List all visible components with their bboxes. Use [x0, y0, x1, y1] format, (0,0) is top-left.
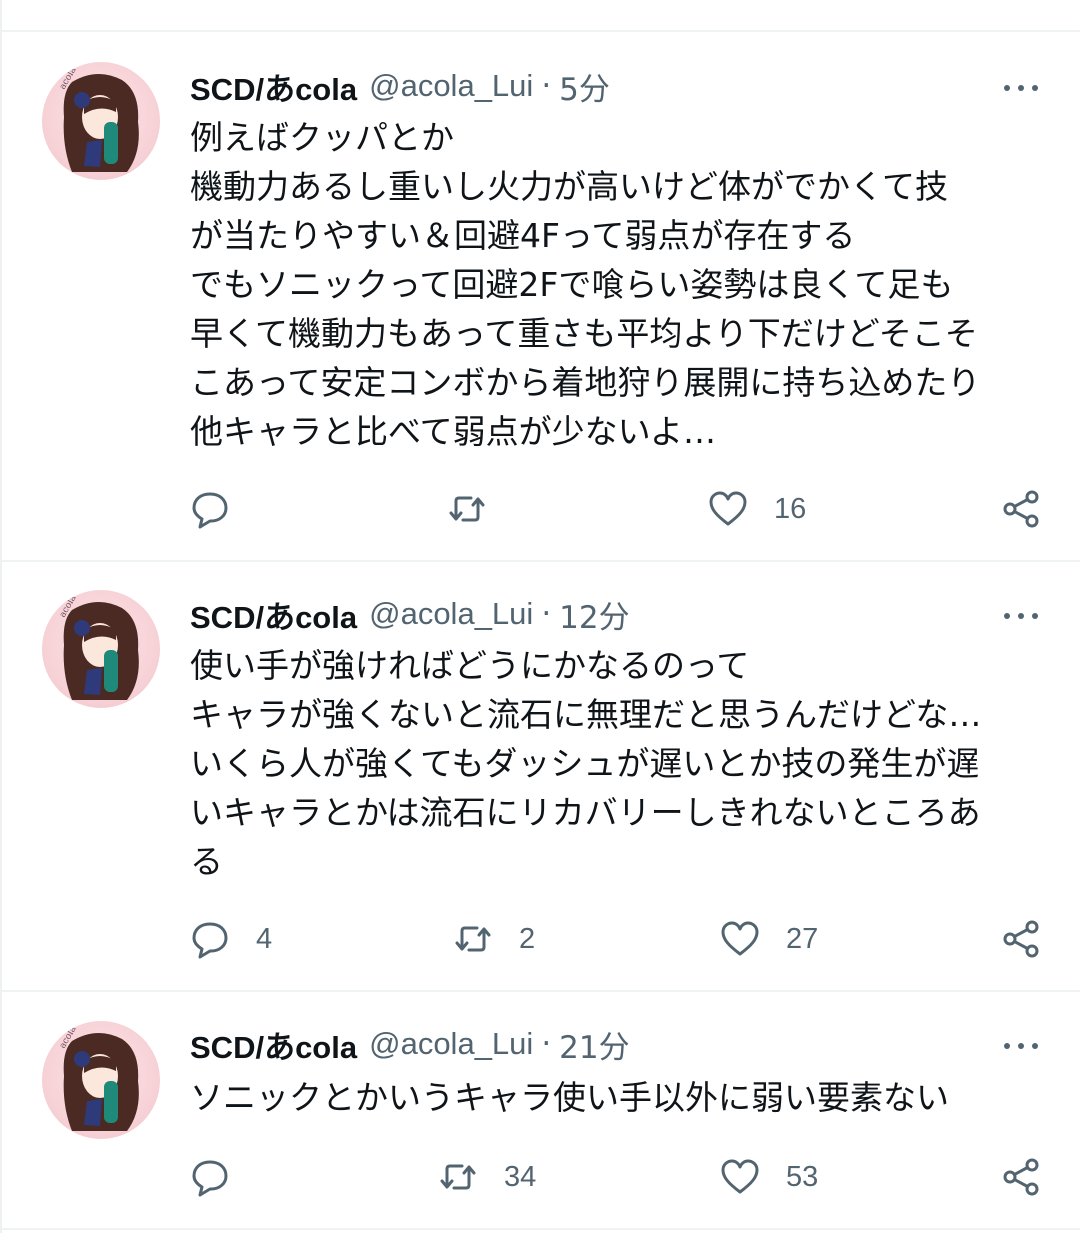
- more-options-button[interactable]: [1000, 76, 1042, 100]
- divider: [2, 560, 1080, 562]
- retweet-arrows-icon: [440, 1164, 476, 1190]
- divider: [2, 30, 1080, 32]
- reply-button[interactable]: 4: [190, 914, 272, 964]
- more-options-button[interactable]: [1000, 1034, 1042, 1058]
- separator: ·: [541, 1026, 552, 1062]
- reply-count: 4: [256, 922, 273, 955]
- share-button[interactable]: [1002, 914, 1042, 964]
- avatar[interactable]: acola: [42, 590, 160, 708]
- ellipsis-icon: [1004, 613, 1010, 619]
- retweet-arrows-icon: [449, 496, 485, 522]
- user-handle[interactable]: @acola_Lui: [369, 1026, 533, 1062]
- share-button[interactable]: [1002, 484, 1042, 534]
- heart-icon: [721, 1159, 759, 1194]
- tweet-header: SCD/あcola @acola_Lui · 5分: [190, 64, 610, 109]
- avatar[interactable]: acola: [42, 1021, 160, 1139]
- heart-icon: [709, 491, 747, 526]
- avatar-image: acola: [58, 593, 139, 700]
- speech-bubble-icon: [192, 492, 228, 529]
- speech-bubble-icon: [192, 1160, 228, 1197]
- ellipsis-icon: [1004, 85, 1010, 91]
- tweet-text: ソニックとかいうキャラ使い手以外に弱い要素ない: [190, 1078, 949, 1117]
- timestamp[interactable]: 12分: [559, 592, 629, 637]
- avatar-image: acola: [58, 1024, 139, 1131]
- retweet-count: 34: [504, 1160, 537, 1193]
- share-nodes-icon: [1003, 920, 1039, 958]
- more-options-button[interactable]: [1000, 604, 1042, 628]
- speech-bubble-icon: [192, 922, 228, 959]
- separator: ·: [541, 596, 552, 632]
- retweet-button[interactable]: 34: [438, 1152, 536, 1202]
- timestamp[interactable]: 5分: [559, 64, 610, 109]
- retweet-count: 2: [519, 922, 536, 955]
- ellipsis-icon: [1004, 1043, 1010, 1049]
- avatar[interactable]: acola: [42, 62, 160, 180]
- tweet-header: SCD/あcola @acola_Lui · 21分: [190, 1022, 630, 1067]
- display-name[interactable]: SCD/あcola: [190, 592, 357, 637]
- like-button[interactable]: 16: [708, 484, 806, 534]
- like-button[interactable]: 53: [720, 1152, 818, 1202]
- action-bar: 4 2 27: [2, 914, 1080, 964]
- tweet-header: SCD/あcola @acola_Lui · 12分: [190, 592, 630, 637]
- separator: ·: [541, 68, 552, 104]
- avatar-image: acola: [58, 65, 139, 172]
- like-button[interactable]: 27: [720, 914, 818, 964]
- timeline: acola SCD/あcola @acola_Lui · 5分 例えばクッパとか…: [0, 0, 1080, 1233]
- tweet-text: 例えばクッパとか 機動力あるし重いし火力が高いけど体がでかくて技 が当たりやすい…: [190, 118, 981, 451]
- user-handle[interactable]: @acola_Lui: [369, 68, 533, 104]
- like-count: 16: [774, 492, 807, 525]
- divider: [2, 1228, 1080, 1230]
- like-count: 53: [786, 1160, 819, 1193]
- display-name[interactable]: SCD/あcola: [190, 1022, 357, 1067]
- display-name[interactable]: SCD/あcola: [190, 64, 357, 109]
- share-nodes-icon: [1003, 490, 1039, 528]
- like-count: 27: [786, 922, 819, 955]
- divider: [2, 990, 1080, 992]
- action-bar: 34 53: [2, 1152, 1080, 1202]
- action-bar: 16: [2, 484, 1080, 534]
- tweet-text: 使い手が強ければどうにかなるのって キャラが強くないと流石に無理だと思うんだけど…: [190, 646, 982, 881]
- timestamp[interactable]: 21分: [559, 1022, 629, 1067]
- share-button[interactable]: [1002, 1152, 1042, 1202]
- reply-button[interactable]: [190, 484, 256, 534]
- retweet-button[interactable]: 2: [453, 914, 535, 964]
- retweet-arrows-icon: [455, 926, 491, 952]
- retweet-button[interactable]: [447, 484, 513, 534]
- share-nodes-icon: [1003, 1158, 1039, 1196]
- user-handle[interactable]: @acola_Lui: [369, 596, 533, 632]
- heart-icon: [721, 921, 759, 956]
- reply-button[interactable]: [190, 1152, 256, 1202]
